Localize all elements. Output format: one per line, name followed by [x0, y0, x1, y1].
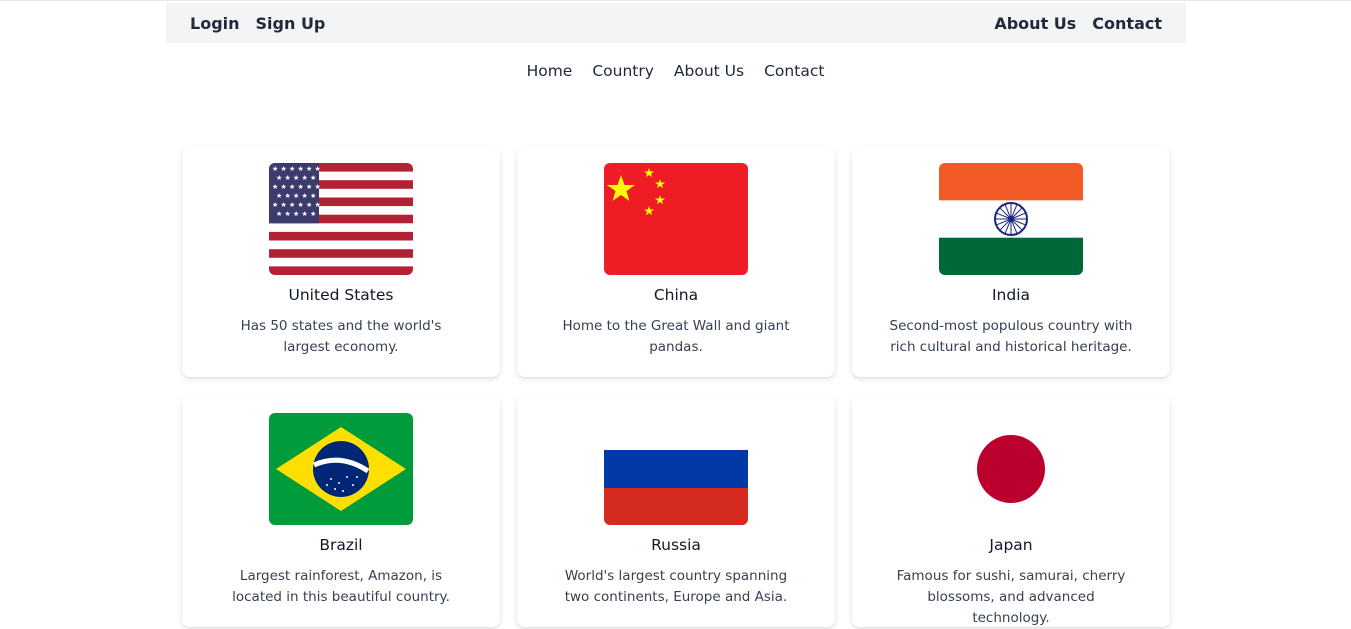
svg-text:★ ★ ★ ★ ★ ★: ★ ★ ★ ★ ★ ★: [272, 183, 321, 191]
us-flag-icon: ★ ★ ★ ★ ★ ★ ★ ★ ★ ★ ★ ★ ★ ★ ★ ★ ★ ★ ★ ★ …: [269, 163, 413, 275]
country-card-china[interactable]: China Home to the Great Wall and giant p…: [517, 146, 835, 377]
svg-text:★ ★ ★ ★ ★: ★ ★ ★ ★ ★: [276, 210, 316, 218]
country-description: Home to the Great Wall and giant pandas.: [562, 318, 790, 355]
country-card-india[interactable]: India Second-most populous country with …: [852, 146, 1170, 377]
country-name: China: [653, 286, 699, 304]
country-description: Has 50 states and the world's largest ec…: [240, 318, 442, 355]
country-name: Brazil: [319, 536, 363, 554]
country-description: Second-most populous country with rich c…: [889, 318, 1133, 355]
top-right-links: About Us Contact: [994, 14, 1162, 33]
country-name: Japan: [989, 536, 1033, 554]
auth-links: Login Sign Up: [190, 14, 325, 33]
login-link[interactable]: Login: [190, 14, 240, 33]
svg-text:★ ★ ★ ★ ★ ★: ★ ★ ★ ★ ★ ★: [272, 165, 321, 173]
russia-flag-icon: [604, 413, 748, 525]
signup-link[interactable]: Sign Up: [256, 14, 326, 33]
country-card-japan[interactable]: Japan Famous for sushi, samurai, cherry …: [852, 396, 1170, 627]
top-about-link[interactable]: About Us: [994, 14, 1076, 33]
top-contact-link[interactable]: Contact: [1092, 14, 1162, 33]
svg-text:★ ★ ★ ★ ★ ★: ★ ★ ★ ★ ★ ★: [272, 201, 321, 209]
top-bar: Login Sign Up About Us Contact: [166, 3, 1186, 43]
nav-contact[interactable]: Contact: [764, 58, 824, 84]
svg-text:★ ★ ★ ★ ★: ★ ★ ★ ★ ★: [276, 192, 316, 200]
india-flag-icon: [939, 163, 1083, 275]
country-name: United States: [288, 286, 394, 304]
country-card-brazil[interactable]: Brazil Largest rainforest, Amazon, is lo…: [182, 396, 500, 627]
china-flag-icon: [604, 163, 748, 275]
svg-text:★ ★ ★ ★ ★: ★ ★ ★ ★ ★: [276, 174, 316, 182]
country-card-russia[interactable]: Russia World's largest country spanning …: [517, 396, 835, 627]
country-grid: ★ ★ ★ ★ ★ ★ ★ ★ ★ ★ ★ ★ ★ ★ ★ ★ ★ ★ ★ ★ …: [182, 146, 1170, 627]
nav-country[interactable]: Country: [592, 58, 654, 84]
nav-home[interactable]: Home: [527, 58, 573, 84]
japan-flag-icon: [939, 413, 1083, 525]
brazil-flag-icon: [269, 413, 413, 525]
country-description: Famous for sushi, samurai, cherry blosso…: [896, 568, 1126, 626]
country-card-united-states[interactable]: ★ ★ ★ ★ ★ ★ ★ ★ ★ ★ ★ ★ ★ ★ ★ ★ ★ ★ ★ ★ …: [182, 146, 500, 377]
country-name: India: [991, 286, 1031, 304]
country-name: Russia: [651, 536, 701, 554]
nav-about-us[interactable]: About Us: [674, 58, 744, 84]
main-nav: Home Country About Us Contact: [0, 58, 1351, 84]
